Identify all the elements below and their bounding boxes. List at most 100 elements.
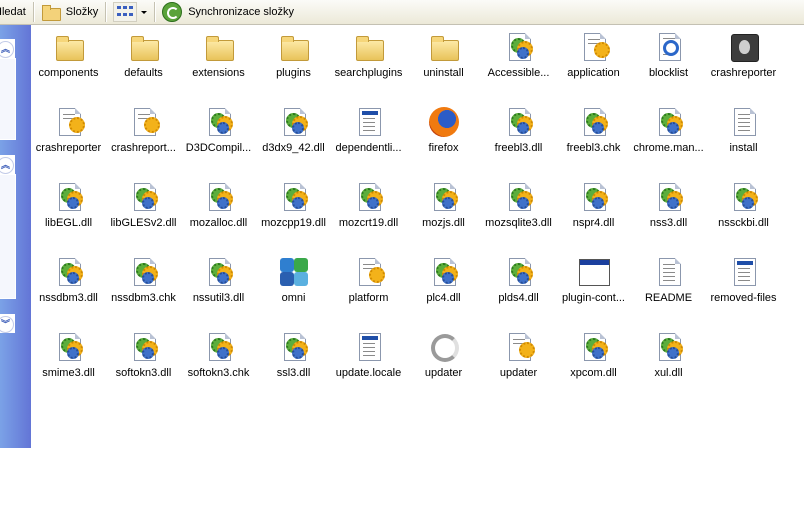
folder-icon [53,31,85,63]
file-label: plugins [276,67,311,79]
chevron-down-icon [141,10,148,14]
file-item[interactable]: nssdbm3.chk [106,250,181,325]
dll-icon [128,256,160,288]
dll-icon [203,331,235,363]
views-button[interactable] [109,1,151,23]
file-item[interactable]: libEGL.dll [31,175,106,250]
expand-chevron-icon[interactable]: ︾ [0,316,14,333]
file-item[interactable]: Accessible... [481,25,556,100]
file-label: mozcrt19.dll [338,217,399,229]
ini-icon [353,256,385,288]
file-item[interactable]: omni [256,250,331,325]
file-label: freebl3.dll [494,142,543,154]
file-item[interactable]: plugin-cont... [556,250,631,325]
file-item[interactable]: libGLESv2.dll [106,175,181,250]
file-item[interactable]: mozcpp19.dll [256,175,331,250]
file-item[interactable]: removed-files [706,250,781,325]
file-item[interactable]: xul.dll [631,325,706,400]
file-item[interactable]: plds4.dll [481,250,556,325]
file-label: plugin-cont... [562,292,625,304]
file-item[interactable]: smime3.dll [31,325,106,400]
file-item[interactable]: update.locale [331,325,406,400]
file-item[interactable]: platform [331,250,406,325]
file-item[interactable]: plc4.dll [406,250,481,325]
sync-folder-label: Synchronizace složky [188,6,294,18]
file-item[interactable]: plugins [256,25,331,100]
file-item[interactable]: application [556,25,631,100]
file-label: README [644,292,693,304]
file-item[interactable]: nssdbm3.dll [31,250,106,325]
file-item[interactable]: dependentli... [331,100,406,175]
collapse-chevron-icon[interactable]: ︽ [0,157,14,174]
file-label: dependentli... [335,142,402,154]
file-item[interactable]: crashreporter [31,100,106,175]
dll-icon [53,331,85,363]
file-item[interactable]: uninstall [406,25,481,100]
folder-icon [203,31,235,63]
dll-icon [353,181,385,213]
task-pane-header[interactable]: ︽ [0,39,15,58]
file-item[interactable]: mozalloc.dll [181,175,256,250]
file-label: updater [499,367,538,379]
file-item[interactable]: nssckbi.dll [706,175,781,250]
file-item[interactable]: updater [481,325,556,400]
file-item[interactable]: README [631,250,706,325]
file-label: nss3.dll [649,217,688,229]
updater-icon [428,331,460,363]
file-item[interactable]: nssutil3.dll [181,250,256,325]
file-label: components [38,67,99,79]
dll-icon [653,331,685,363]
file-item[interactable]: extensions [181,25,256,100]
file-label: d3dx9_42.dll [262,142,325,154]
file-item[interactable]: crashreporter [706,25,781,100]
file-item[interactable]: xpcom.dll [556,325,631,400]
file-item[interactable]: crashreport... [106,100,181,175]
crashreporter-icon [728,31,760,63]
file-label: uninstall [423,67,464,79]
file-item[interactable]: mozsqlite3.dll [481,175,556,250]
file-item[interactable]: mozcrt19.dll [331,175,406,250]
file-item[interactable]: defaults [106,25,181,100]
file-item[interactable]: D3DCompil... [181,100,256,175]
file-item[interactable]: blocklist [631,25,706,100]
window-exe-icon [578,256,610,288]
task-pane: ︽ ︽ ︾ [0,25,31,448]
dll-icon [503,31,535,63]
omni-icon [278,256,310,288]
file-item[interactable]: components [31,25,106,100]
file-item[interactable]: searchplugins [331,25,406,100]
task-pane-header[interactable]: ︾ [0,314,15,333]
file-label: freebl3.chk [566,142,621,154]
ini-icon [128,106,160,138]
ini-icon [578,31,610,63]
file-label: chrome.man... [633,142,704,154]
search-button[interactable]: Hledat [0,1,30,23]
dll-icon [578,331,610,363]
file-item[interactable]: softokn3.chk [181,325,256,400]
dll-icon [428,256,460,288]
file-label: nssckbi.dll [718,217,769,229]
file-item[interactable]: softokn3.dll [106,325,181,400]
file-item[interactable]: freebl3.dll [481,100,556,175]
file-item[interactable]: mozjs.dll [406,175,481,250]
folders-button[interactable]: Složky [37,1,102,23]
file-item[interactable]: chrome.man... [631,100,706,175]
file-label: removed-files [710,292,777,304]
collapse-chevron-icon[interactable]: ︽ [0,41,14,58]
file-item[interactable]: ssl3.dll [256,325,331,400]
file-item[interactable]: nspr4.dll [556,175,631,250]
file-label: crashreporter [35,142,102,154]
dll-icon [653,181,685,213]
sync-folder-button[interactable]: Synchronizace složky [158,1,298,23]
search-button-label: Hledat [0,6,26,18]
task-pane-header[interactable]: ︽ [0,155,15,174]
file-item[interactable]: d3dx9_42.dll [256,100,331,175]
file-item[interactable]: updater [406,325,481,400]
file-item[interactable]: install [706,100,781,175]
file-label: crashreporter [710,67,777,79]
file-item[interactable]: firefox [406,100,481,175]
file-label: omni [281,292,306,304]
file-item[interactable]: nss3.dll [631,175,706,250]
file-label: xpcom.dll [570,367,617,379]
file-item[interactable]: freebl3.chk [556,100,631,175]
